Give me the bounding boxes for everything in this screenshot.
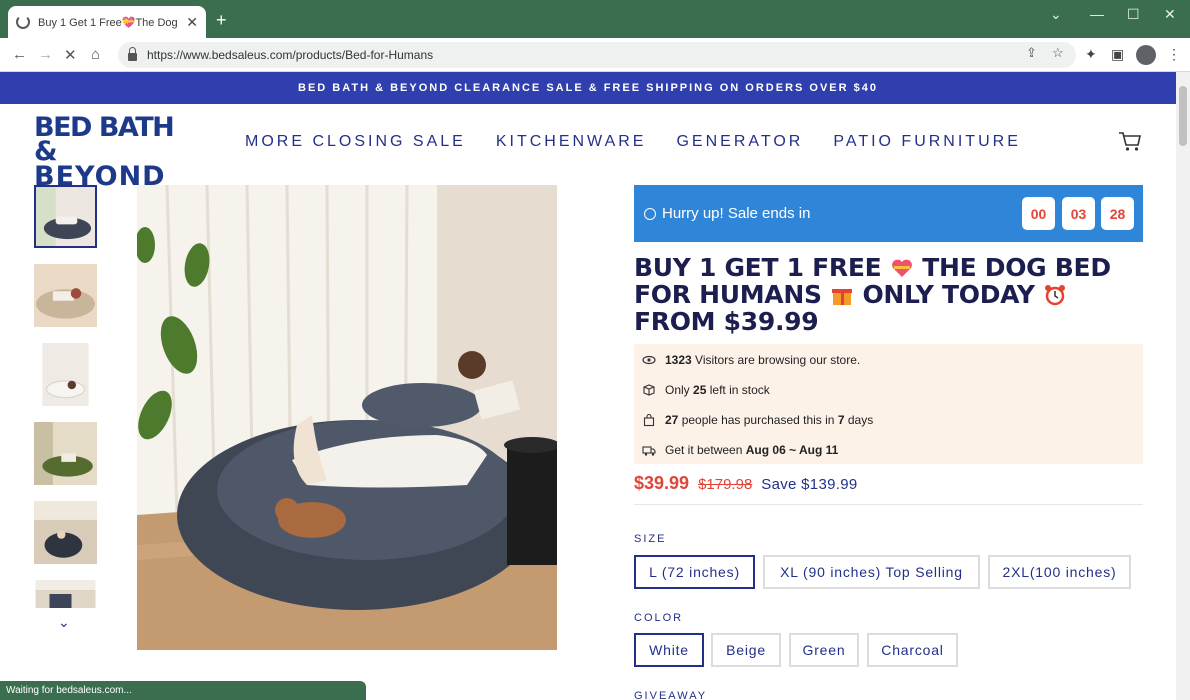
delivery-truck-icon [642, 446, 656, 456]
logo-line-1: BED BATH & [34, 112, 175, 167]
close-tab-icon[interactable]: ✕ [186, 14, 198, 31]
forward-arrow-icon[interactable]: → [38, 46, 53, 63]
visitors-text: Visitors are browsing our store. [695, 353, 861, 367]
profile-avatar-icon[interactable] [1136, 45, 1156, 65]
thumbnail-5[interactable] [34, 501, 97, 564]
thumbnail-2[interactable] [34, 264, 97, 327]
countdown-minutes: 03 [1062, 197, 1095, 230]
browser-tab-bar: Buy 1 Get 1 Free💝The Dog Bed ✕ + ⌄ — ☐ ✕ [0, 0, 1190, 38]
box-icon [643, 384, 655, 396]
price-row: $39.99 $179.98 Save $139.99 [634, 473, 857, 494]
original-price: $179.98 [698, 476, 753, 493]
color-option-white[interactable]: White [634, 633, 704, 667]
size-label: SIZE [634, 533, 667, 545]
size-option-2xl[interactable]: 2XL(100 inches) [988, 555, 1131, 589]
title-part-3: ONLY TODAY [862, 280, 1035, 309]
browser-tab[interactable]: Buy 1 Get 1 Free💝The Dog Bed ✕ [8, 6, 206, 38]
delivery-range: Aug 06 ~ Aug 11 [745, 443, 839, 457]
promo-banner: BED BATH & BEYOND CLEARANCE SALE & FREE … [0, 72, 1176, 104]
share-icon[interactable]: ⇪ [1026, 45, 1037, 61]
home-icon[interactable]: ⌂ [91, 46, 100, 63]
purchased-mid: people has purchased this in [681, 413, 835, 427]
loading-spinner-icon [16, 15, 30, 29]
scrollbar-thumb[interactable] [1179, 86, 1187, 146]
countdown-hours: 00 [1022, 197, 1055, 230]
lock-icon [128, 47, 137, 61]
current-price: $39.99 [634, 473, 690, 493]
minimize-icon[interactable]: — [1090, 6, 1104, 22]
store-info-box: 1323 Visitors are browsing our store. On… [634, 344, 1143, 464]
thumbnail-3[interactable] [34, 343, 97, 406]
tab-search-icon[interactable]: ⌄ [1050, 6, 1062, 23]
nav-patio-furniture[interactable]: PATIO FURNITURE [833, 133, 1021, 151]
color-option-green[interactable]: Green [789, 633, 859, 667]
gift-icon [832, 289, 853, 305]
size-option-l[interactable]: L (72 inches) [634, 555, 755, 589]
heart-gift-icon [891, 259, 912, 277]
giveaway-label: GIVEAWAY [634, 690, 708, 700]
visitors-count: 1323 [665, 353, 692, 367]
extensions-icon[interactable]: ✦ [1085, 46, 1097, 63]
page-scrollbar[interactable] [1176, 72, 1190, 700]
stock-row: Only 25 left in stock [642, 383, 770, 397]
delivery-row: Get it between Aug 06 ~ Aug 11 [642, 443, 838, 457]
main-product-image[interactable] [137, 185, 557, 650]
main-nav: MORE CLOSING SALE KITCHENWARE GENERATOR … [245, 133, 1021, 151]
countdown-label: Hurry up! Sale ends in [662, 205, 811, 222]
stock-pre: Only [665, 383, 690, 397]
browser-status-bar: Waiting for bedsaleus.com... [0, 681, 366, 700]
stock-count: 25 [693, 383, 707, 397]
stock-post: left in stock [709, 383, 770, 397]
thumbnail-gallery [34, 185, 98, 624]
purchased-days: 7 [837, 413, 845, 427]
nav-kitchenware[interactable]: KITCHENWARE [496, 133, 647, 151]
url-bar[interactable]: https://www.bedsaleus.com/products/Bed-f… [118, 42, 1076, 68]
delivery-pre: Get it between [665, 443, 743, 457]
maximize-icon[interactable]: ☐ [1127, 6, 1140, 23]
size-option-xl[interactable]: XL (90 inches) Top Selling [763, 555, 980, 589]
product-title: BUY 1 GET 1 FREE THE DOG BED FOR HUMANS … [634, 254, 1154, 335]
nav-generator[interactable]: GENERATOR [676, 133, 803, 151]
sale-countdown: Hurry up! Sale ends in 00 03 28 [634, 185, 1143, 242]
title-part-1: BUY 1 GET 1 FREE [634, 253, 882, 282]
url-text[interactable]: https://www.bedsaleus.com/products/Bed-f… [147, 48, 433, 62]
alarm-clock-icon [644, 207, 656, 220]
color-label: COLOR [634, 612, 684, 624]
cart-icon[interactable] [1118, 130, 1142, 152]
bookmark-star-icon[interactable]: ☆ [1052, 45, 1064, 61]
purchased-post: days [847, 413, 874, 427]
site-logo[interactable]: BED BATH & BEYOND [34, 112, 198, 190]
nav-more-closing-sale[interactable]: MORE CLOSING SALE [245, 133, 466, 151]
shopping-bag-icon [643, 413, 655, 427]
color-option-charcoal[interactable]: Charcoal [867, 633, 958, 667]
title-part-4: FROM $39.99 [634, 307, 819, 336]
color-option-beige[interactable]: Beige [711, 633, 781, 667]
countdown-seconds: 28 [1101, 197, 1134, 230]
purchased-row: 27 people has purchased this in 7 days [642, 413, 873, 427]
purchased-count: 27 [665, 413, 679, 427]
thumbnail-6[interactable] [34, 580, 97, 608]
address-toolbar: ← → ✕ ⌂ https://www.bedsaleus.com/produc… [0, 38, 1190, 72]
chevron-down-icon[interactable]: ⌄ [58, 614, 70, 631]
alarm-clock-emoji-icon [1045, 285, 1066, 306]
more-menu-icon[interactable]: ⋮ [1167, 46, 1181, 63]
thumbnail-4[interactable] [34, 422, 97, 485]
new-tab-button[interactable]: + [216, 10, 227, 31]
thumbnail-1[interactable] [34, 185, 97, 248]
divider [634, 504, 1143, 505]
eye-icon [642, 355, 656, 365]
visitors-row: 1323 Visitors are browsing our store. [642, 353, 860, 367]
side-panel-icon[interactable]: ▣ [1111, 46, 1124, 63]
window-close-icon[interactable]: ✕ [1164, 6, 1176, 23]
tab-title: Buy 1 Get 1 Free💝The Dog Bed [38, 16, 180, 29]
savings-text: Save $139.99 [761, 476, 858, 493]
stop-loading-icon[interactable]: ✕ [64, 46, 77, 64]
back-arrow-icon[interactable]: ← [12, 46, 27, 63]
